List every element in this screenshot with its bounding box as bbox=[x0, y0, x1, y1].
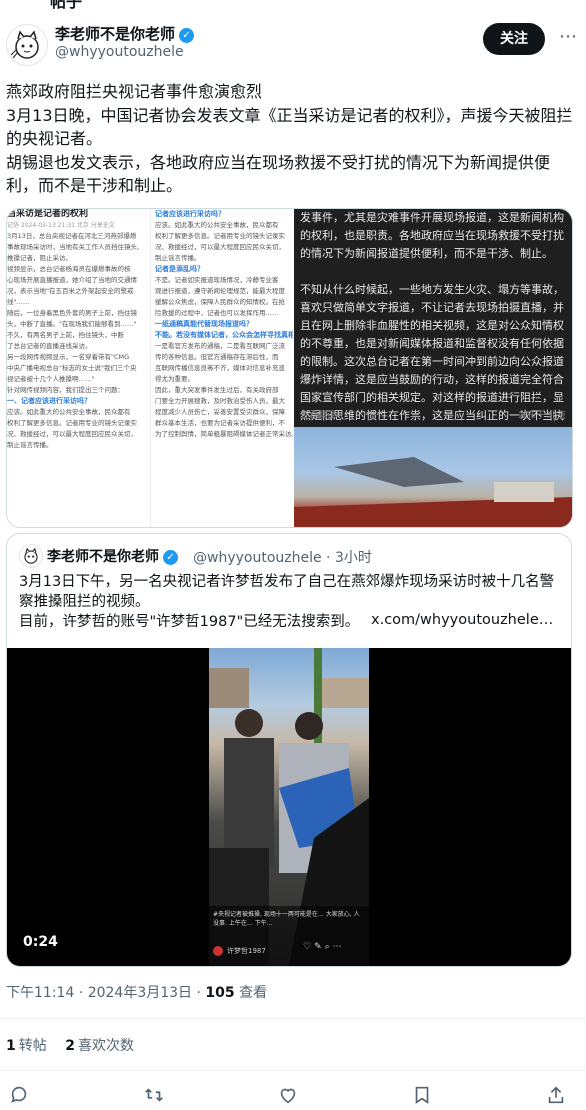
article-line: 记者是添乱吗？ bbox=[155, 265, 204, 273]
quoted-link[interactable]: x.com/whyyoutouzhele… bbox=[371, 612, 553, 628]
article-line: 况，表示当地"在五百米之外架起安全的警戒 bbox=[7, 287, 134, 295]
bookmark-icon[interactable] bbox=[411, 1084, 437, 1110]
video-user: 许梦哲1987 bbox=[227, 947, 266, 955]
cat-avatar-icon bbox=[10, 30, 39, 59]
article-screenshot-3[interactable]: 发事件，尤其是灾难事件开展现场报道，这是新闻机构的权利，也是职责。各地政府应当在… bbox=[294, 209, 572, 527]
video-caption-bar: #央视记者被推搡, 现场十一两可能是在… 大家放心, 人没事. 上午在… 下午…… bbox=[209, 906, 369, 966]
cat-avatar-icon bbox=[24, 547, 38, 564]
quoted-handle-time: @whyyoutouzhele · 3小时 bbox=[193, 550, 372, 566]
article-line: 群众基本生活，也要为记者采访提供便利，不 bbox=[155, 419, 285, 427]
quoted-author-name: 李老师不是你老师 ✓ bbox=[47, 546, 178, 566]
views-count: 105 bbox=[205, 985, 235, 1001]
article-line: 一是看官方发布的通稿，二是看互联网广泛流 bbox=[155, 342, 285, 350]
article-line: 随后，一位身着黑色外套的男子上前，挡住镜 bbox=[7, 309, 137, 317]
repost-icon[interactable] bbox=[142, 1084, 168, 1110]
article-line: 门要全力开展搜救，及时救治受伤人员，最大 bbox=[155, 397, 285, 405]
article-line: 推搡记者，阻止采访。 bbox=[7, 254, 72, 262]
post-time[interactable]: 下午11:14 · 2024年3月13日 · bbox=[6, 985, 205, 1001]
article-line: 不是。记者如实报道现场情况，冷静专业客 bbox=[155, 276, 279, 284]
article-line: 记者应该进行采访吗？ bbox=[155, 210, 225, 218]
article-line: 为了控制舆情，简单粗暴阻碍媒体记者正常采访。 bbox=[155, 430, 293, 438]
tweet-text: 燕郊政府阻拦央视记者事件愈演愈烈 3月13日晚，中国记者协会发表文章《正当采访是… bbox=[6, 80, 578, 198]
article-line: 线"…… bbox=[7, 298, 30, 306]
views-label: 查看 bbox=[234, 985, 268, 1001]
article-line: 头，中断了直播。"在现场我们能够看到……" bbox=[7, 320, 137, 328]
quoted-author-avatar bbox=[19, 544, 43, 568]
video-duration: 0:24 bbox=[23, 934, 58, 950]
article-line: 视记者被十几个人推搡啊……" bbox=[7, 375, 95, 383]
article-line: 不久，有两名男子上前，挡住镜头，中断 bbox=[7, 331, 124, 339]
quoted-tweet[interactable]: 李老师不是你老师 ✓ @whyyoutouzhele · 3小时 3月13日下午，… bbox=[6, 533, 572, 967]
article-title: 当采访是记者的权利 bbox=[7, 209, 89, 219]
article-line: 另一段网传视频显示，一名穿着带有"CMG bbox=[7, 353, 130, 361]
article-screenshot-2[interactable]: 记者应该进行采访吗？ 应该。如此重大的公共安全事故，民众都有 权利了解更多信息。记者… bbox=[150, 209, 293, 527]
action-bar bbox=[0, 1084, 586, 1110]
likes-stat[interactable]: 2 喜欢次数 bbox=[65, 1038, 134, 1054]
tweet-media-grid[interactable]: 当采访是记者的权利 记协 2024-03-13 21:31 北京 分享全文 3月… bbox=[6, 208, 573, 528]
article-body: 3月13日，总台央视记者在河北三河燕郊爆燃 事故现场采访时，当地有关工作人员挡住镜… bbox=[7, 231, 147, 451]
article-line: 况、救援经过，可以最大程度回应民众关切， bbox=[7, 430, 137, 438]
article-line: 缓解公众焦虑，保障人民群众的知情权。在抢 bbox=[155, 298, 285, 306]
article-line: 心现场开展直播报道，她介绍了当地的交通情 bbox=[7, 276, 137, 284]
dark-article-meta: 查看翻译 发布于 北京 bbox=[300, 408, 566, 421]
video-frame: #央视记者被推搡, 现场十一两可能是在… 大家放心, 人没事. 上午在… 下午…… bbox=[209, 648, 369, 966]
article-line: 不能。若没有媒体记者，公众会怎样寻找真相？ bbox=[155, 331, 293, 339]
article-line: 中央广播电视总台"标志的女士说"我们三个央 bbox=[7, 364, 137, 372]
more-options-icon[interactable]: ⋯ bbox=[556, 23, 580, 55]
share-icon[interactable] bbox=[545, 1084, 571, 1110]
article-line: 应该。如此重大的公共安全事故，民众都有 bbox=[7, 408, 131, 416]
tweet-line: 燕郊政府阻拦央视记者事件愈演愈烈 bbox=[6, 82, 263, 101]
article-screenshot-1[interactable]: 当采访是记者的权利 记协 2024-03-13 21:31 北京 分享全文 3月… bbox=[7, 209, 147, 527]
article-line: 3月13日，总台央视记者在河北三河燕郊爆燃 bbox=[7, 232, 137, 240]
video-user-avatar bbox=[213, 946, 223, 956]
article-line: 事故现场采访时，当地有关工作人员挡住镜头、 bbox=[7, 243, 144, 251]
article-line: 因此，重大突发事件发生过后，有关政府部 bbox=[155, 386, 279, 394]
verified-badge-icon: ✓ bbox=[179, 28, 195, 43]
article-line: 得尤为重要。 bbox=[155, 375, 194, 383]
tweet-line: 胡锡退也发文表示，各地政府应当在现场救援不受打扰的情况下为新闻提供便利，而不是干… bbox=[6, 152, 551, 196]
tweet-line: 3月13日晚，中国记者协会发表文章《正当采访是记者的权利》，声援今天被阻拦的央视… bbox=[6, 105, 573, 149]
tweet-stats: 1 转帖 2 喜欢次数 bbox=[6, 1035, 134, 1055]
reply-icon[interactable] bbox=[8, 1084, 34, 1110]
article-line: 程度减少人员伤亡，妥善安置受灾群众，保障 bbox=[155, 408, 285, 416]
article-line: 一、记者应该进行采访吗？ bbox=[7, 397, 91, 405]
tweet-timestamp: 下午11:14 · 2024年3月13日 · 105 查看 bbox=[6, 982, 267, 1002]
article-line: 制止谣言传播。 bbox=[155, 254, 201, 262]
article-line: 权利了解更多信息。记者用专业的镜头记录实 bbox=[155, 232, 285, 240]
article-line: 了总台记者的直播连线采访。 bbox=[7, 342, 92, 350]
article-line: 观进行报道，遵守新闻伦理规范，能最大程度 bbox=[155, 287, 285, 295]
article-line: 一纸通稿真能代替现场报道吗？ bbox=[155, 320, 253, 328]
divider bbox=[0, 1070, 586, 1071]
verified-badge-icon: ✓ bbox=[163, 550, 178, 565]
quoted-video[interactable]: #央视记者被推搡, 现场十一两可能是在… 大家放心, 人没事. 上午在… 下午…… bbox=[7, 648, 571, 966]
scene-photo bbox=[294, 427, 572, 527]
video-caption: #央视记者被推搡, 现场十一两可能是在… 大家放心, 人没事. 上午在… 下午… bbox=[213, 911, 360, 927]
like-icon[interactable] bbox=[277, 1084, 303, 1110]
divider bbox=[0, 1018, 586, 1019]
post-location: 发布于 北京 bbox=[518, 411, 566, 421]
reposts-stat[interactable]: 1 转帖 bbox=[6, 1038, 47, 1054]
author-avatar[interactable] bbox=[6, 24, 48, 66]
author-handle[interactable]: @whyyoutouzhele bbox=[55, 44, 184, 60]
article-line: 况、救援经过，可以最大程度回应民众关切， bbox=[155, 243, 285, 251]
article-body: 记者应该进行采访吗？ 应该。如此重大的公共安全事故，民众都有 权利了解更多信息。记者… bbox=[151, 209, 293, 440]
article-line: 传的各种信息。但官方通稿存在滞后性，而 bbox=[155, 353, 279, 361]
article-line: 应该。如此重大的公共安全事故，民众都有 bbox=[155, 221, 279, 229]
article-line: 针对网传视频内容，我们提出三个问题： bbox=[7, 386, 124, 394]
article-line: 互联网传播信息良莠不齐，媒体对信息补充显 bbox=[155, 364, 285, 372]
quoted-line: 3月13日下午，另一名央视记者许梦哲发布了自己在燕郊爆炸现场采访时被十几名警察推… bbox=[19, 574, 555, 610]
page-title-cut: 帖子 bbox=[50, 0, 83, 11]
author-name[interactable]: 李老师不是你老师 ✓ bbox=[55, 23, 195, 44]
tweet-header: 李老师不是你老师 ✓ @whyyoutouzhele 关注 ⋯ bbox=[0, 18, 586, 66]
article-line: 制止谣言传播。 bbox=[7, 441, 53, 449]
follow-button[interactable]: 关注 bbox=[483, 23, 545, 55]
article-meta: 记协 2024-03-13 21:31 北京 分享全文 bbox=[7, 222, 115, 229]
video-action-icons: ♡✎⌕⋯ bbox=[303, 942, 345, 952]
article-line: 权利了解更多信息。记者用专业的镜头记录实 bbox=[7, 419, 137, 427]
translate-link[interactable]: 查看翻译 bbox=[300, 411, 336, 421]
article-line: 险救援的过程中，记者也可以发挥作用…… bbox=[155, 309, 279, 317]
article-line: 视频显示，总台记者杨海灵在爆燃事故的核 bbox=[7, 265, 131, 273]
